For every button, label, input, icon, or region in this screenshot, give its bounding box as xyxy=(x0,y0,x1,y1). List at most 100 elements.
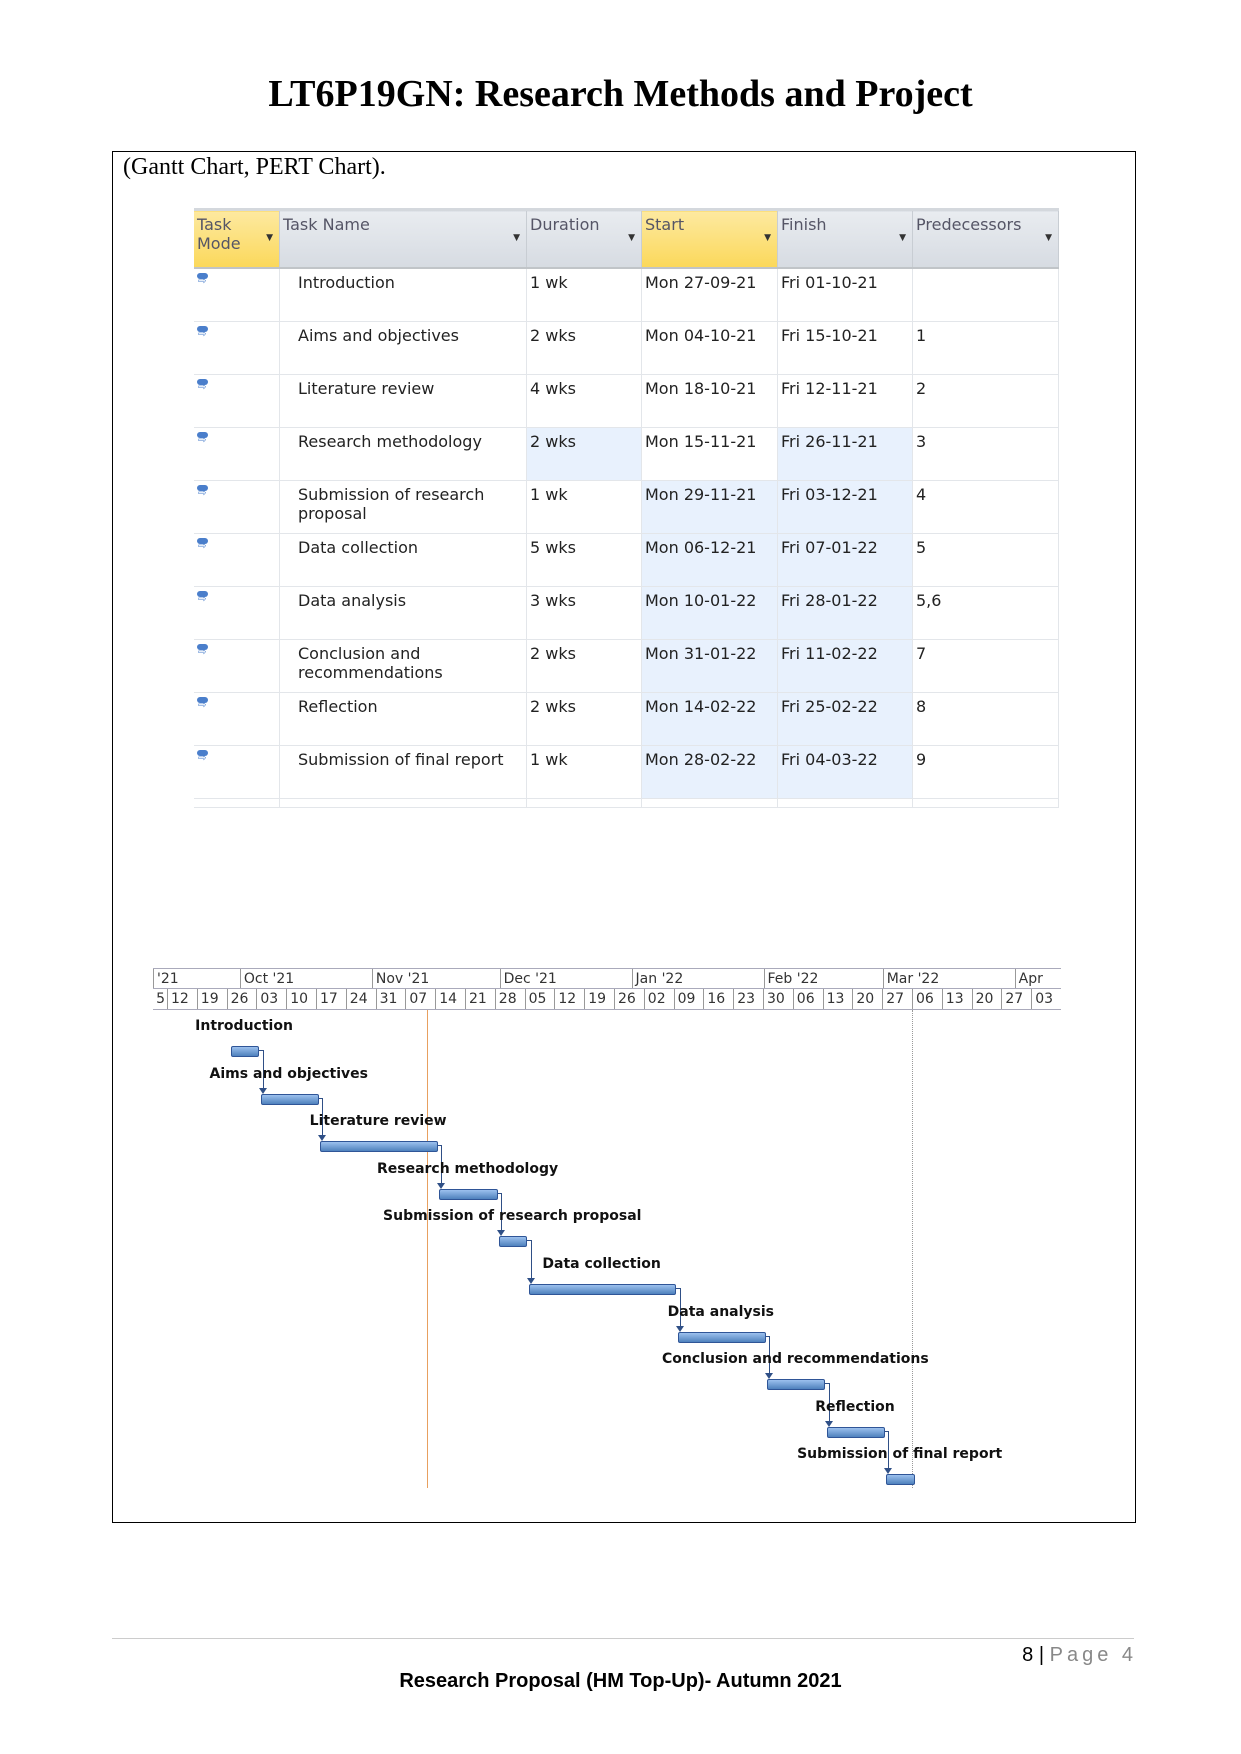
week-tick: 02 xyxy=(643,989,674,1009)
week-tick: 30 xyxy=(763,989,793,1009)
dropdown-arrow-icon[interactable]: ▼ xyxy=(899,233,906,243)
pred-cell[interactable]: 4 xyxy=(912,480,1059,534)
table-row[interactable]: Data collection5 wksMon 06-12-21Fri 07-0… xyxy=(194,533,1059,587)
pred-cell[interactable]: 9 xyxy=(912,745,1059,799)
name-cell[interactable]: Aims and objectives xyxy=(279,321,527,375)
pred-cell[interactable]: 7 xyxy=(912,639,1059,693)
connector-arrow-icon xyxy=(437,1182,446,1189)
name-cell[interactable]: Data collection xyxy=(279,533,527,587)
name-cell[interactable]: Reflection xyxy=(279,692,527,746)
start-cell[interactable]: Mon 04-10-21 xyxy=(641,321,778,375)
dropdown-arrow-icon[interactable]: ▼ xyxy=(764,233,771,243)
task-bar[interactable] xyxy=(886,1474,915,1486)
table-row[interactable]: Submission of final report1 wkMon 28-02-… xyxy=(194,745,1059,799)
table-row[interactable]: Reflection2 wksMon 14-02-22Fri 25-02-228 xyxy=(194,692,1059,746)
name-cell[interactable]: Submission of research proposal xyxy=(279,480,527,534)
duration-cell[interactable]: 3 wks xyxy=(526,586,642,640)
caption: (Gantt Chart, PERT Chart). xyxy=(123,154,386,180)
start-cell[interactable]: Mon 29-11-21 xyxy=(641,480,778,534)
week-tick: 12 xyxy=(554,989,584,1009)
finish-cell[interactable]: Fri 15-10-21 xyxy=(777,321,913,375)
pred-cell[interactable]: 2 xyxy=(912,374,1059,428)
finish-cell[interactable]: Fri 12-11-21 xyxy=(777,374,913,428)
finish-cell[interactable]: Fri 07-01-22 xyxy=(777,533,913,587)
table-row[interactable]: Introduction1 wkMon 27-09-21Fri 01-10-21 xyxy=(194,268,1059,322)
start-cell[interactable]: Mon 28-02-22 xyxy=(641,745,778,799)
pred-cell[interactable]: 1 xyxy=(912,321,1059,375)
column-header[interactable]: Task Name ▼ xyxy=(279,208,527,269)
name-cell[interactable]: Conclusion and recommendations xyxy=(279,639,527,693)
task-bar[interactable] xyxy=(528,1284,677,1295)
finish-cell[interactable]: Fri 01-10-21 xyxy=(777,268,913,322)
task-mode-cell[interactable] xyxy=(194,321,280,375)
task-bar[interactable] xyxy=(499,1236,528,1248)
start-cell[interactable]: Mon 27-09-21 xyxy=(641,268,778,322)
duration-cell[interactable]: 2 wks xyxy=(526,639,642,693)
column-header[interactable]: Predecessors ▼ xyxy=(912,208,1059,269)
task-bar[interactable] xyxy=(230,1046,260,1057)
finish-cell[interactable]: Fri 26-11-21 xyxy=(777,427,913,481)
task-mode-cell[interactable] xyxy=(194,692,280,746)
name-cell[interactable]: Data analysis xyxy=(279,586,527,640)
task-bar[interactable] xyxy=(439,1188,498,1200)
task-mode-cell[interactable] xyxy=(194,639,280,693)
task-mode-cell[interactable] xyxy=(194,427,280,481)
column-header[interactable]: Task Mode ▼ xyxy=(194,208,280,269)
week-tick: 06 xyxy=(792,989,823,1009)
dropdown-arrow-icon[interactable]: ▼ xyxy=(266,233,273,243)
task-mode-cell[interactable] xyxy=(194,268,280,322)
pred-cell[interactable]: 5 xyxy=(912,533,1059,587)
table-row[interactable]: Data analysis3 wksMon 10-01-22Fri 28-01-… xyxy=(194,586,1059,640)
name-cell[interactable]: Research methodology xyxy=(279,427,527,481)
task-bar[interactable] xyxy=(826,1426,886,1438)
duration-cell[interactable]: 2 wks xyxy=(526,692,642,746)
duration-cell[interactable]: 1 wk xyxy=(526,268,642,322)
name-cell[interactable]: Literature review xyxy=(279,374,527,428)
task-bar[interactable] xyxy=(320,1141,439,1153)
task-mode-cell[interactable] xyxy=(194,586,280,640)
task-mode-cell[interactable] xyxy=(194,745,280,799)
finish-cell[interactable]: Fri 03-12-21 xyxy=(777,480,913,534)
pred-cell[interactable] xyxy=(912,268,1059,322)
start-cell[interactable]: Mon 18-10-21 xyxy=(641,374,778,428)
finish-cell[interactable]: Fri 11-02-22 xyxy=(777,639,913,693)
pred-cell[interactable]: 3 xyxy=(912,427,1059,481)
column-header[interactable]: Start ▼ xyxy=(641,208,778,269)
dropdown-arrow-icon[interactable]: ▼ xyxy=(1045,233,1052,243)
table-row[interactable]: Literature review4 wksMon 18-10-21Fri 12… xyxy=(194,374,1059,428)
pred-cell[interactable]: 5,6 xyxy=(912,586,1059,640)
start-cell[interactable]: Mon 10-01-22 xyxy=(641,586,778,640)
duration-cell[interactable]: 2 wks xyxy=(526,427,642,481)
finish-cell[interactable]: Fri 28-01-22 xyxy=(777,586,913,640)
name-cell[interactable]: Submission of final report xyxy=(279,745,527,799)
table-row[interactable]: Submission of research proposal1 wkMon 2… xyxy=(194,480,1059,534)
dropdown-arrow-icon[interactable]: ▼ xyxy=(628,233,635,243)
task-bar[interactable] xyxy=(767,1379,826,1391)
table-row[interactable]: Conclusion and recommendations2 wksMon 3… xyxy=(194,639,1059,693)
finish-cell[interactable]: Fri 04-03-22 xyxy=(777,745,913,799)
task-bar[interactable] xyxy=(677,1331,766,1343)
column-header[interactable]: Duration ▼ xyxy=(526,208,642,269)
task-bar[interactable] xyxy=(260,1093,319,1105)
duration-cell[interactable]: 1 wk xyxy=(526,480,642,534)
task-mode-cell[interactable] xyxy=(194,480,280,534)
finish-cell[interactable]: Fri 25-02-22 xyxy=(777,692,913,746)
dropdown-arrow-icon[interactable]: ▼ xyxy=(513,233,520,243)
duration-cell[interactable]: 2 wks xyxy=(526,321,642,375)
start-cell[interactable]: Mon 06-12-21 xyxy=(641,533,778,587)
duration-cell[interactable]: 1 wk xyxy=(526,745,642,799)
start-cell[interactable]: Mon 14-02-22 xyxy=(641,692,778,746)
column-header[interactable]: Finish ▼ xyxy=(777,208,913,269)
table-row[interactable]: Research methodology2 wksMon 15-11-21Fri… xyxy=(194,427,1059,481)
name-cell[interactable]: Introduction xyxy=(279,268,527,322)
duration-cell[interactable]: 5 wks xyxy=(526,533,642,587)
duration-cell[interactable]: 4 wks xyxy=(526,374,642,428)
task-mode-cell[interactable] xyxy=(194,374,280,428)
timescale-months: '21 Oct '21 Nov '21 Dec '21 Jan '22 Feb '22 Ma… xyxy=(153,968,1061,990)
pred-cell[interactable]: 8 xyxy=(912,692,1059,746)
start-cell[interactable]: Mon 15-11-21 xyxy=(641,427,778,481)
task-mode-cell[interactable] xyxy=(194,533,280,587)
start-cell[interactable]: Mon 31-01-22 xyxy=(641,639,778,693)
table-row[interactable]: Aims and objectives2 wksMon 04-10-21Fri … xyxy=(194,321,1059,375)
week-tick: 21 xyxy=(465,989,495,1009)
